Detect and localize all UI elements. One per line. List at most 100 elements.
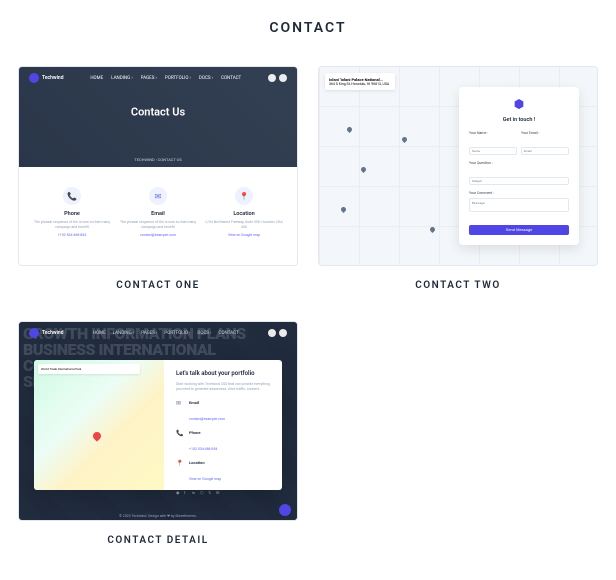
action-dot[interactable] <box>279 329 287 337</box>
map-pin-icon <box>360 166 367 173</box>
contact-card-email: ✉ Email The phrasal sequence of the is n… <box>118 187 198 247</box>
template-item: Iolani 'Iolani Palace National... 364 S … <box>318 66 598 291</box>
brand[interactable]: Techwind <box>29 328 64 338</box>
card-link[interactable]: +152 534-468-854 <box>32 233 112 237</box>
action-dot[interactable] <box>279 74 287 82</box>
logo-icon <box>29 328 39 338</box>
menu-item[interactable]: PORTFOLIO › <box>165 76 191 81</box>
location-icon: 📍 <box>235 187 253 205</box>
label: Location <box>189 460 221 465</box>
caption: CONTACT TWO <box>318 280 598 291</box>
contact-panel: World Trade International Park Let's tal… <box>34 360 282 490</box>
map-bg: Iolani 'Iolani Palace National... 364 S … <box>319 67 597 266</box>
form-title: Get in touch ! <box>469 117 569 123</box>
menu-item[interactable]: DOCS › <box>199 76 213 81</box>
embedded-map[interactable]: World Trade International Park <box>34 360 164 490</box>
contact-item-email: ✉ Emailcontact@example.com <box>176 400 270 424</box>
brand-text: Techwind <box>42 75 64 81</box>
card-title: Phone <box>32 211 112 217</box>
name-label: Your Name : <box>469 131 517 135</box>
value[interactable]: contact@example.com <box>189 417 225 421</box>
name-input[interactable] <box>469 147 517 155</box>
map-label: World Trade International Park <box>38 364 140 374</box>
message-input[interactable] <box>469 198 569 212</box>
contact-card-location: 📍 Location C/54 Northwest Freeway, Suite… <box>204 187 284 247</box>
nav-actions <box>268 329 287 337</box>
nav-actions <box>268 74 287 82</box>
phone-icon: 📞 <box>63 187 81 205</box>
map-pin-icon <box>340 206 347 213</box>
menu-item[interactable]: PAGES › <box>141 76 157 81</box>
form-logo-icon: ⬢ <box>512 97 526 111</box>
value[interactable]: View on Google map <box>189 477 221 481</box>
template-grid: Techwind HOME LANDING › PAGES › PORTFOLI… <box>18 66 598 556</box>
menu-item[interactable]: PAGES › <box>141 331 157 336</box>
menu-item[interactable]: DOCS › <box>197 331 211 336</box>
caption: CONTACT DETAIL <box>18 535 298 546</box>
card-link[interactable]: View on Google map <box>204 233 284 237</box>
menu-item[interactable]: LANDING › <box>111 76 133 81</box>
send-button[interactable]: Send Message <box>469 225 569 235</box>
footer-text: © 2023 Techwind. Design with ❤ by Shreet… <box>19 514 297 518</box>
card-desc: C/54 Northwest Freeway, Suite 558, Houst… <box>204 220 284 230</box>
menu: HOME LANDING › PAGES › PORTFOLIO › DOCS … <box>93 331 239 336</box>
action-dot[interactable] <box>268 74 276 82</box>
subject-input[interactable] <box>469 177 569 185</box>
comment-label: Your Comment : <box>469 191 569 195</box>
brand[interactable]: Techwind <box>29 73 64 83</box>
social-icons: ◉ f in ⬡ 𝕏 ✉ <box>176 490 270 495</box>
card-desc: The phrasal sequence of the is now so th… <box>118 220 198 230</box>
contact-form: ⬢ Get in touch ! Your Name : Your Email … <box>459 87 579 245</box>
breadcrumb: TECHWIND › CONTACT US <box>134 157 181 162</box>
menu-item[interactable]: HOME <box>93 331 106 336</box>
card-link[interactable]: contact@example.com <box>118 233 198 237</box>
dark-bg: GROWTH INFORMATION PLANS BUSINESS INTERN… <box>19 322 297 521</box>
card-title: Location <box>204 211 284 217</box>
map-pin-icon <box>429 226 436 233</box>
email-icon: ✉ <box>149 187 167 205</box>
card-desc: The phrasal sequence of the is now so th… <box>32 220 112 230</box>
hero: Techwind HOME LANDING › PAGES › PORTFOLI… <box>19 67 297 167</box>
menu-item[interactable]: PORTFOLIO › <box>164 331 190 336</box>
email-input[interactable] <box>521 147 569 155</box>
social-icon[interactable]: ◉ <box>176 490 181 495</box>
menu-item[interactable]: LANDING › <box>113 331 135 336</box>
map-pin-icon <box>346 126 353 133</box>
label: Phone <box>189 430 217 435</box>
brand-text: Techwind <box>42 330 64 336</box>
caption: CONTACT ONE <box>18 280 298 291</box>
social-icon[interactable]: f <box>184 490 189 495</box>
fab-button[interactable] <box>279 504 291 516</box>
label: Email <box>189 400 225 405</box>
menu: HOME LANDING › PAGES › PORTFOLIO › DOCS … <box>90 76 241 81</box>
template-item: GROWTH INFORMATION PLANS BUSINESS INTERN… <box>18 321 298 546</box>
value[interactable]: +152 534-468-854 <box>189 447 217 451</box>
info-panel: Let's talk about your portfolio Start wo… <box>164 360 282 490</box>
question-label: Your Question : <box>469 161 569 165</box>
logo-icon <box>29 73 39 83</box>
social-icon[interactable]: ✉ <box>216 490 221 495</box>
map-pin-icon <box>91 430 102 441</box>
card-title: Email <box>118 211 198 217</box>
action-dot[interactable] <box>268 329 276 337</box>
social-icon[interactable]: ⬡ <box>200 490 205 495</box>
phone-icon: 📞 <box>176 430 184 438</box>
template-item: Techwind HOME LANDING › PAGES › PORTFOLI… <box>18 66 298 291</box>
email-label: Your Email : <box>521 131 569 135</box>
menu-item[interactable]: HOME <box>90 76 103 81</box>
menu-item[interactable]: CONTACT <box>219 331 239 336</box>
thumbnail-contact-detail[interactable]: GROWTH INFORMATION PLANS BUSINESS INTERN… <box>18 321 298 521</box>
social-icon[interactable]: 𝕏 <box>208 490 213 495</box>
panel-title: Let's talk about your portfolio <box>176 370 270 377</box>
contact-item-location: 📍 Location View on Google map <box>176 460 270 484</box>
thumbnail-contact-one[interactable]: Techwind HOME LANDING › PAGES › PORTFOLI… <box>18 66 298 266</box>
menu-item[interactable]: CONTACT <box>221 76 241 81</box>
location-icon: 📍 <box>176 460 184 468</box>
contact-card-phone: 📞 Phone The phrasal sequence of the is n… <box>32 187 112 247</box>
contact-item-phone: 📞 Phone +152 534-468-854 <box>176 430 270 454</box>
nav: Techwind HOME LANDING › PAGES › PORTFOLI… <box>19 322 297 344</box>
social-icon[interactable]: in <box>192 490 197 495</box>
hero-title: Contact Us <box>131 106 185 119</box>
thumbnail-contact-two[interactable]: Iolani 'Iolani Palace National... 364 S … <box>318 66 598 266</box>
panel-subtitle: Start working with Techwind CSS that can… <box>176 382 270 392</box>
